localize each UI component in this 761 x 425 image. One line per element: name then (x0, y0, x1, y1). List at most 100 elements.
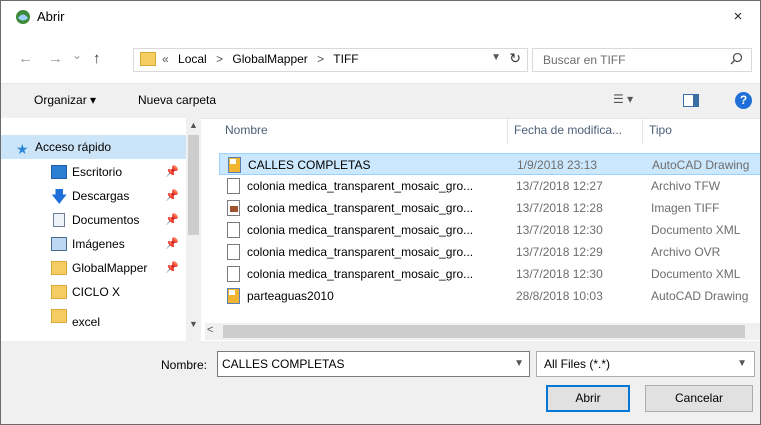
open-file-dialog: Abrir × ← → ⌄ ↑ « Local > GlobalMapper >… (0, 0, 761, 425)
column-header-type[interactable]: Tipo (649, 118, 672, 142)
file-name: colonia medica_transparent_mosaic_gro... (247, 179, 474, 193)
file-name-label: Nombre: (161, 358, 208, 372)
sidebar-item-desktop[interactable]: Escritorio 📌 (1, 160, 186, 184)
view-options-icon[interactable]: ☰ ▾ (613, 92, 633, 106)
file-row[interactable]: CALLES COMPLETAS 1/9/2018 23:13 AutoCAD … (219, 153, 760, 175)
file-date: 13/7/2018 12:30 (516, 267, 603, 281)
chevron-down-icon[interactable]: ▼ (737, 358, 747, 369)
preview-pane-icon[interactable] (683, 94, 699, 107)
file-type: AutoCAD Drawing (651, 289, 749, 303)
file-type: Imagen TIFF (651, 201, 720, 215)
back-icon[interactable]: ← (18, 50, 33, 67)
column-divider[interactable] (507, 118, 508, 144)
sidebar-item-excel[interactable]: excel (1, 304, 186, 329)
star-icon: ★ (16, 141, 29, 157)
app-icon (16, 10, 30, 24)
chevron-down-icon[interactable]: ▼ (514, 358, 524, 369)
breadcrumb-separator[interactable]: > (317, 52, 324, 66)
help-icon[interactable]: ? (735, 92, 752, 109)
open-button[interactable]: Abrir (546, 385, 630, 412)
search-placeholder: Buscar en TIFF (543, 53, 626, 67)
address-bar[interactable]: « Local > GlobalMapper > TIFF ▼ ↻ (133, 48, 528, 72)
file-date: 1/9/2018 23:13 (517, 158, 598, 172)
file-name-combobox[interactable]: CALLES COMPLETAS ▼ (217, 351, 530, 377)
file-row[interactable]: colonia medica_transparent_mosaic_gro...… (219, 175, 760, 197)
up-icon[interactable]: ↑ (93, 50, 101, 67)
pin-icon: 📌 (165, 238, 179, 250)
file-name: colonia medica_transparent_mosaic_gro... (247, 245, 474, 259)
sort-ascending-icon: ^ (351, 118, 356, 123)
window-title: Abrir (37, 9, 65, 24)
scroll-left-icon[interactable]: < (207, 324, 213, 336)
sidebar-item-label: Documentos (72, 213, 140, 227)
file-type: Documento XML (651, 223, 741, 237)
file-name-value[interactable]: CALLES COMPLETAS (222, 357, 344, 371)
file-icon (227, 266, 240, 282)
recent-locations-icon[interactable]: ⌄ (72, 48, 82, 62)
file-type: AutoCAD Drawing (652, 158, 750, 172)
pin-icon: 📌 (165, 190, 179, 202)
search-input[interactable]: Buscar en TIFF (532, 48, 752, 72)
image-icon (227, 200, 240, 216)
scrollbar-thumb[interactable] (223, 325, 745, 338)
column-divider[interactable] (642, 118, 643, 144)
file-list-horizontal-scrollbar[interactable]: < (205, 323, 760, 340)
breadcrumb-overflow[interactable]: « (162, 52, 169, 66)
sidebar-item-ciclo-x[interactable]: CICLO X (1, 280, 186, 304)
file-date: 13/7/2018 12:28 (516, 201, 603, 215)
sidebar-item-documents[interactable]: Documentos 📌 (1, 208, 186, 232)
autocad-icon (228, 157, 241, 173)
sidebar-item-label: excel (72, 315, 101, 329)
scroll-down-icon[interactable]: ▼ (189, 319, 198, 329)
file-icon (227, 178, 240, 194)
close-icon[interactable]: × (716, 1, 760, 33)
file-type: Documento XML (651, 267, 741, 281)
scrollbar-thumb[interactable] (188, 135, 199, 235)
chevron-down-icon[interactable]: ▼ (491, 52, 501, 63)
breadcrumb-tiff[interactable]: TIFF (333, 52, 358, 66)
navigation-pane: ★ Acceso rápido Escritorio 📌 🡇 Descargas… (1, 118, 201, 341)
cancel-button[interactable]: Cancelar (645, 385, 753, 412)
file-row[interactable]: colonia medica_transparent_mosaic_gro...… (219, 219, 760, 241)
organize-button[interactable]: Organizar ▾ (34, 93, 96, 107)
sidebar-item-quick-access[interactable]: ★ Acceso rápido (1, 135, 186, 159)
file-list: ^ Nombre Fecha de modifica... Tipo CALLE… (205, 118, 760, 324)
folder-icon (51, 285, 67, 299)
folder-icon (51, 261, 67, 275)
pin-icon: 📌 (165, 214, 179, 226)
sidebar-item-label: Descargas (72, 189, 130, 203)
sidebar-item-pictures[interactable]: Imágenes 📌 (1, 232, 186, 256)
pin-icon: 📌 (165, 166, 179, 178)
sidebar-item-label: Imágenes (72, 237, 125, 251)
folder-icon (51, 309, 67, 323)
file-row[interactable]: colonia medica_transparent_mosaic_gro...… (219, 197, 760, 219)
sidebar-item-label: Escritorio (72, 165, 123, 179)
file-row[interactable]: colonia medica_transparent_mosaic_gro...… (219, 241, 760, 263)
file-type-filter[interactable]: All Files (*.*) ▼ (536, 351, 755, 377)
navigation-bar: ← → ⌄ ↑ « Local > GlobalMapper > TIFF ▼ … (1, 45, 760, 75)
dialog-footer: Nombre: CALLES COMPLETAS ▼ All Files (*.… (1, 341, 760, 424)
sidebar-item-downloads[interactable]: 🡇 Descargas 📌 (1, 184, 186, 208)
column-header-date[interactable]: Fecha de modifica... (514, 118, 622, 142)
file-row[interactable]: parteaguas2010 28/8/2018 10:03 AutoCAD D… (219, 285, 760, 307)
file-icon (227, 222, 240, 238)
scroll-up-icon[interactable]: ▲ (189, 120, 198, 130)
sidebar-item-label: Acceso rápido (35, 140, 112, 154)
file-icon (227, 244, 240, 260)
sidebar-item-globalmapper[interactable]: GlobalMapper 📌 (1, 256, 186, 280)
sidebar-scrollbar[interactable]: ▲ ▼ (186, 118, 201, 341)
pictures-icon (51, 237, 67, 251)
breadcrumb-separator[interactable]: > (216, 52, 223, 66)
folder-icon (140, 52, 156, 66)
file-row[interactable]: colonia medica_transparent_mosaic_gro...… (219, 263, 760, 285)
breadcrumb-globalmapper[interactable]: GlobalMapper (232, 52, 307, 66)
breadcrumb-local[interactable]: Local (178, 52, 207, 66)
download-icon: 🡇 (51, 189, 68, 206)
file-date: 13/7/2018 12:30 (516, 223, 603, 237)
refresh-icon[interactable]: ↻ (509, 50, 521, 67)
new-folder-button[interactable]: Nueva carpeta (138, 93, 216, 107)
column-header-name[interactable]: Nombre (225, 118, 268, 142)
forward-icon[interactable]: → (48, 50, 63, 67)
file-name: colonia medica_transparent_mosaic_gro... (247, 267, 474, 281)
file-name: colonia medica_transparent_mosaic_gro... (247, 201, 474, 215)
